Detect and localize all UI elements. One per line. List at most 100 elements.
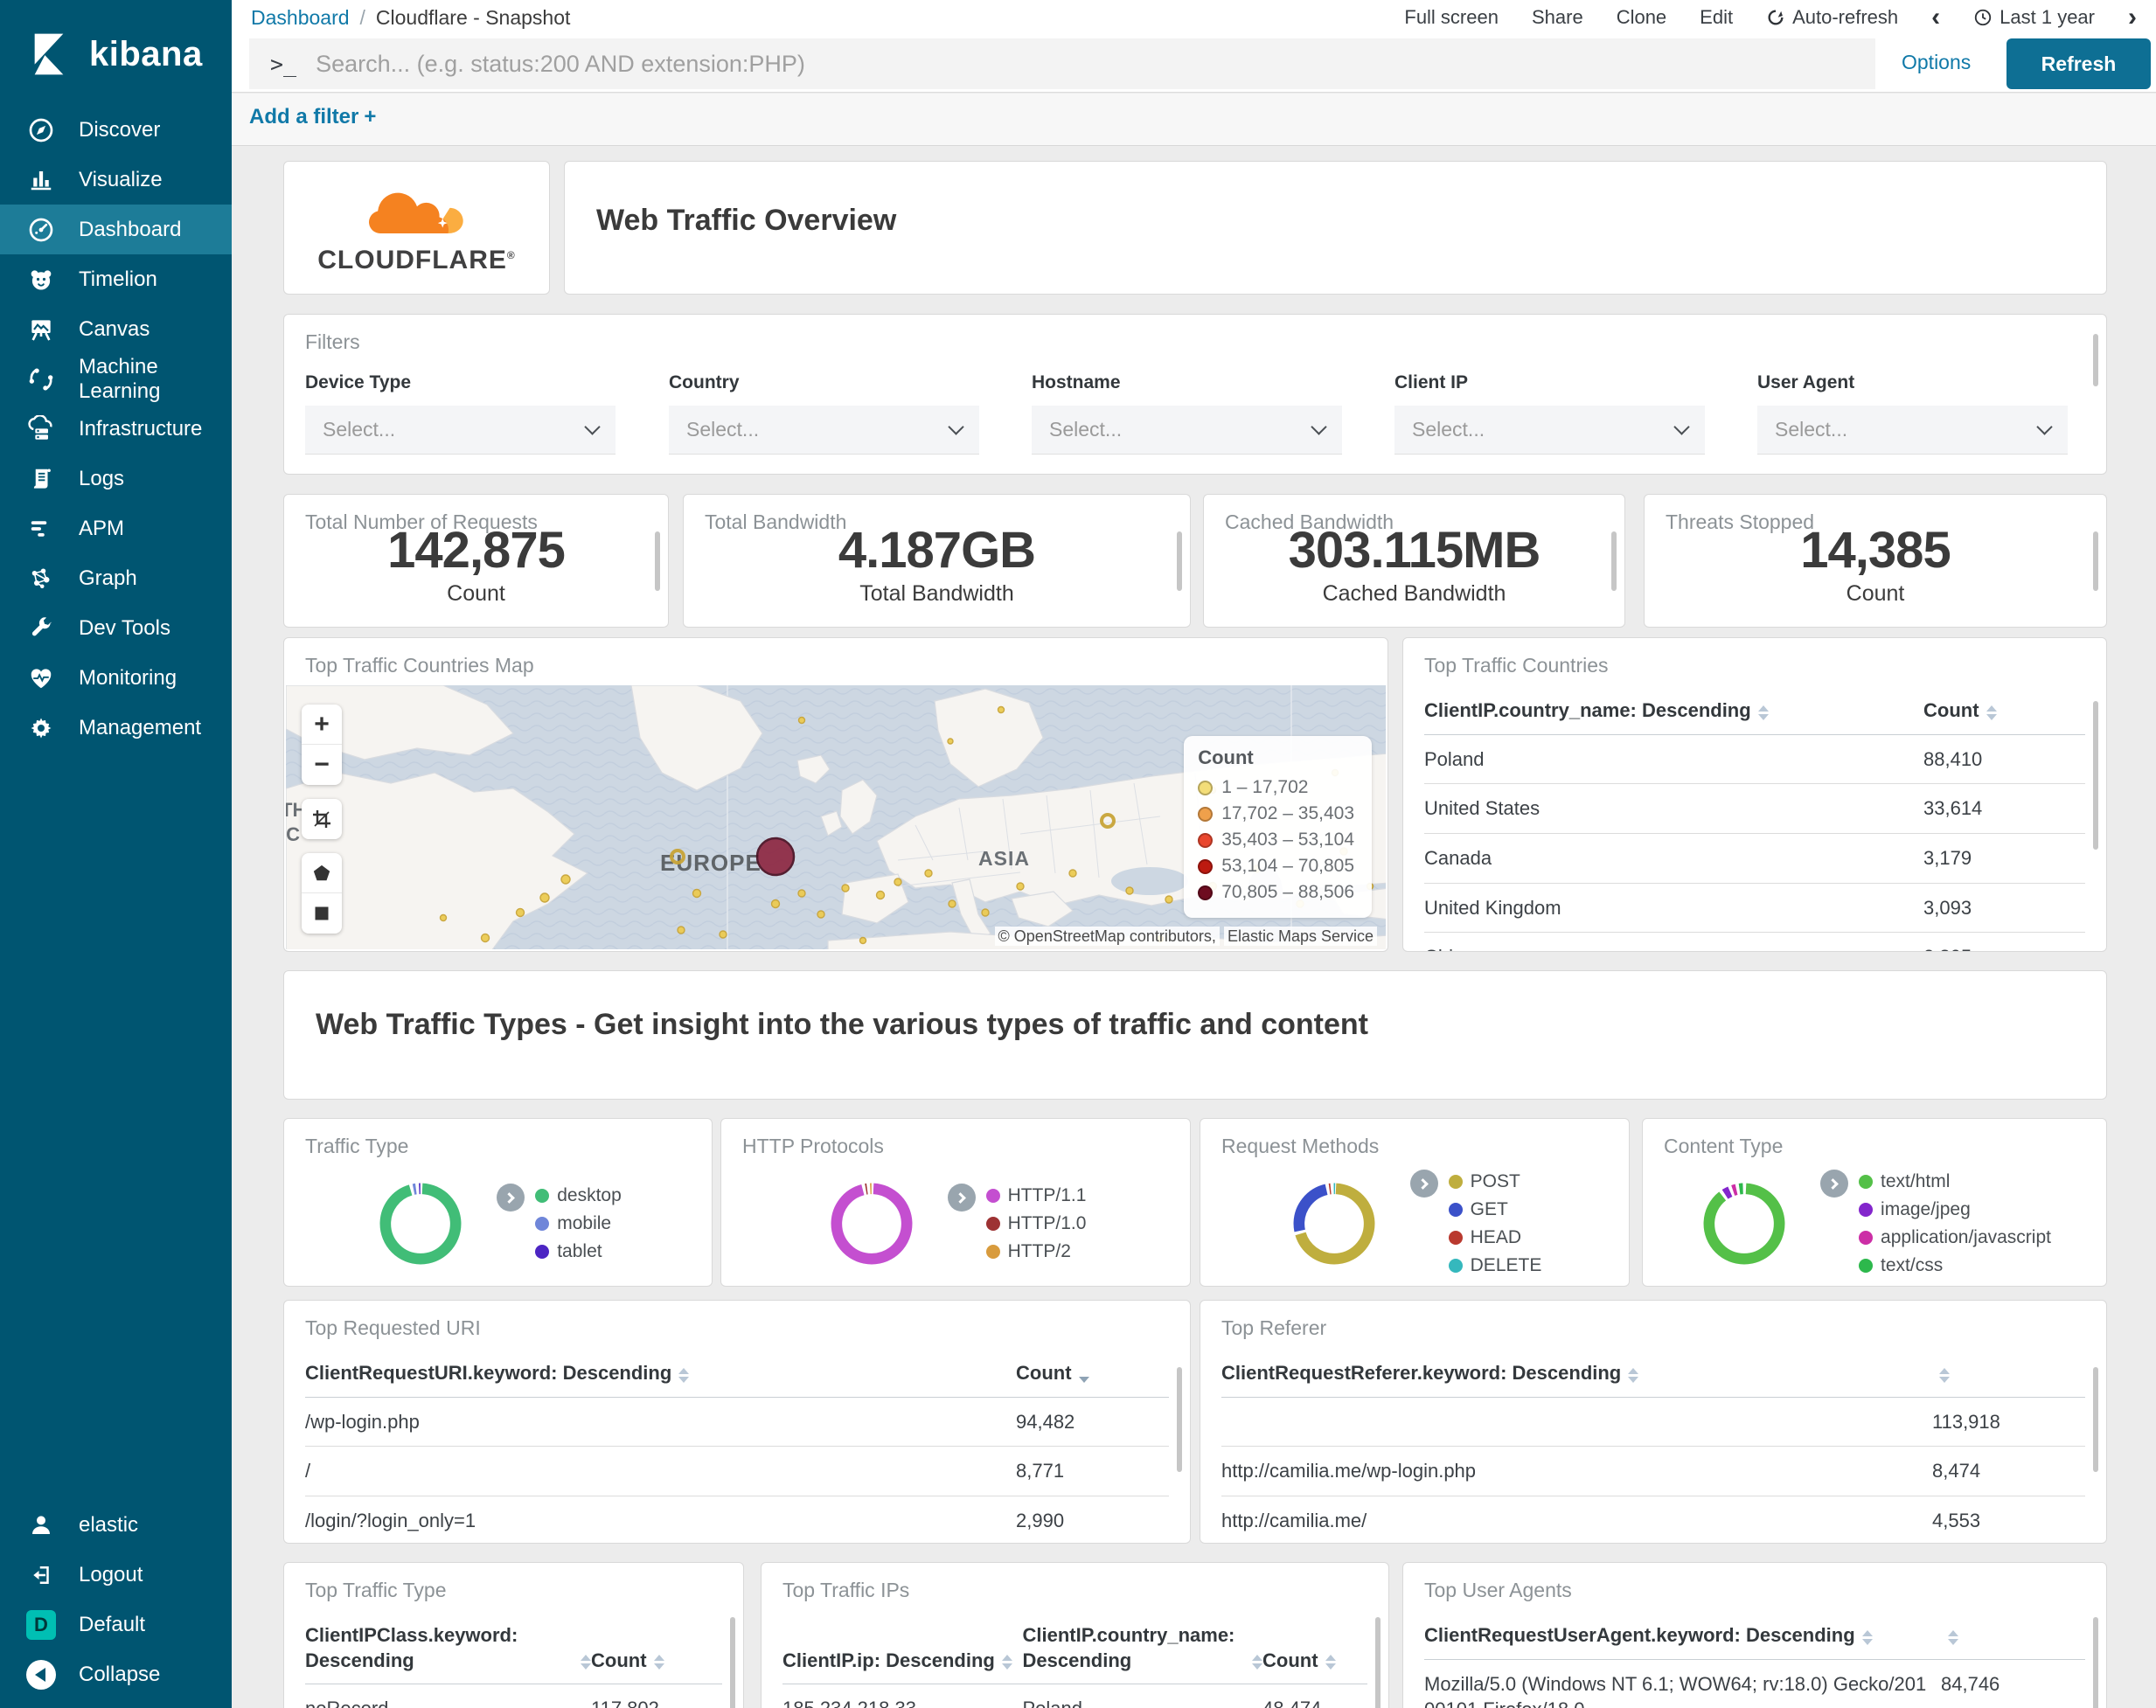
scrollbar[interactable] xyxy=(1177,531,1182,591)
scrollbar[interactable] xyxy=(1177,1367,1182,1472)
legend-item[interactable]: text/html xyxy=(1859,1168,2051,1196)
draw-rectangle-button[interactable] xyxy=(302,893,342,934)
sort-arrows-icon[interactable] xyxy=(1757,705,1769,720)
legend-item[interactable]: text/css xyxy=(1859,1252,2051,1280)
zoom-out-button[interactable]: − xyxy=(302,745,342,785)
sort-arrows-icon[interactable] xyxy=(1325,1655,1336,1670)
edit-button[interactable]: Edit xyxy=(1700,6,1733,29)
full-screen-button[interactable]: Full screen xyxy=(1404,6,1499,29)
legend-item[interactable]: DELETE xyxy=(1448,1252,1541,1280)
request-methods-donut[interactable] xyxy=(1288,1177,1381,1270)
column-header[interactable]: ClientRequestURI.keyword: Descending xyxy=(305,1361,1016,1386)
column-header[interactable] xyxy=(1941,1623,2085,1649)
sort-arrows-icon[interactable] xyxy=(581,1655,591,1670)
legend-item[interactable]: POST xyxy=(1448,1168,1542,1196)
sidebar-item-collapse[interactable]: Collapse xyxy=(0,1649,232,1699)
column-header[interactable]: Count xyxy=(591,1623,722,1673)
sidebar-item-dev-tools[interactable]: Dev Tools xyxy=(0,603,232,653)
expand-legend-button[interactable] xyxy=(1820,1170,1849,1198)
share-button[interactable]: Share xyxy=(1532,6,1583,29)
sidebar-item-canvas[interactable]: Canvas xyxy=(0,304,232,354)
legend-item[interactable]: desktop xyxy=(535,1182,622,1210)
legend-item[interactable]: HTTP/1.0 xyxy=(985,1210,1086,1238)
content-type-donut[interactable] xyxy=(1698,1177,1791,1270)
scrollbar[interactable] xyxy=(2093,1367,2098,1472)
scrollbar[interactable] xyxy=(655,531,660,591)
sidebar-item-logs[interactable]: Logs xyxy=(0,454,232,503)
country-select[interactable]: Select... xyxy=(669,406,979,455)
expand-legend-button[interactable] xyxy=(497,1184,525,1212)
column-header[interactable]: Count xyxy=(1016,1361,1169,1386)
time-back-button[interactable]: ‹ xyxy=(1931,4,1940,31)
breadcrumb-dashboard-link[interactable]: Dashboard xyxy=(251,6,350,30)
scrollbar[interactable] xyxy=(1611,531,1617,591)
sidebar-item-machine-learning[interactable]: Machine Learning xyxy=(0,354,232,404)
sort-arrows-icon[interactable] xyxy=(1001,1655,1012,1670)
search-bar[interactable]: >_ xyxy=(249,38,1875,89)
clone-button[interactable]: Clone xyxy=(1617,6,1666,29)
column-header[interactable]: ClientIP.country_name: Descending xyxy=(1424,698,1923,724)
column-header[interactable]: ClientIPClass.keyword: Descending xyxy=(305,1623,591,1673)
column-header[interactable]: Count xyxy=(1923,698,2085,724)
options-link[interactable]: Options xyxy=(1902,51,1971,74)
sort-arrows-icon[interactable] xyxy=(1939,1367,1950,1383)
draw-polygon-button[interactable] xyxy=(302,853,342,893)
legend-item[interactable]: HTTP/1.1 xyxy=(985,1182,1086,1210)
hostname-select[interactable]: Select... xyxy=(1032,406,1342,455)
scrollbar[interactable] xyxy=(2093,701,2098,850)
sort-arrows-icon[interactable] xyxy=(1252,1655,1262,1670)
expand-legend-button[interactable] xyxy=(1409,1170,1438,1198)
search-input[interactable] xyxy=(316,50,1854,78)
sidebar-item-management[interactable]: Management xyxy=(0,703,232,753)
sidebar-item-dashboard[interactable]: Dashboard xyxy=(0,205,232,254)
sort-arrows-icon[interactable] xyxy=(1078,1376,1089,1383)
sidebar-item-monitoring[interactable]: Monitoring xyxy=(0,653,232,703)
legend-item[interactable]: application/javascript xyxy=(1859,1224,2051,1252)
zoom-in-button[interactable]: + xyxy=(302,705,342,745)
column-header[interactable]: ClientRequestReferer.keyword: Descending xyxy=(1221,1361,1932,1386)
sidebar-item-logout[interactable]: Logout xyxy=(0,1550,232,1600)
sidebar-item-discover[interactable]: Discover xyxy=(0,105,232,155)
refresh-button[interactable]: Refresh xyxy=(2006,38,2151,89)
legend-item[interactable]: mobile xyxy=(535,1210,622,1238)
expand-legend-button[interactable] xyxy=(947,1184,976,1212)
column-header[interactable]: ClientIP.ip: Descending xyxy=(782,1623,1023,1673)
fit-bounds-button[interactable] xyxy=(302,799,342,839)
user-agent-select[interactable]: Select... xyxy=(1757,406,2068,455)
sidebar-item-space-default[interactable]: D Default xyxy=(0,1600,232,1649)
column-header[interactable] xyxy=(1932,1361,2085,1386)
sort-arrows-icon[interactable] xyxy=(678,1367,690,1383)
sidebar-item-visualize[interactable]: Visualize xyxy=(0,155,232,205)
sidebar-item-timelion[interactable]: Timelion xyxy=(0,254,232,304)
legend-item[interactable]: tablet xyxy=(535,1238,622,1266)
sort-arrows-icon[interactable] xyxy=(1628,1367,1639,1383)
time-range-picker[interactable]: Last 1 year xyxy=(1973,6,2095,29)
sort-arrows-icon[interactable] xyxy=(1948,1629,1958,1645)
legend-item[interactable]: GET xyxy=(1448,1196,1542,1224)
sidebar-item-graph[interactable]: Graph xyxy=(0,553,232,603)
traffic-type-donut[interactable] xyxy=(374,1177,467,1270)
column-header[interactable]: ClientIP.country_name: Descending xyxy=(1023,1623,1262,1673)
scrollbar[interactable] xyxy=(2093,531,2098,591)
world-map[interactable]: TH IC EUROPE ASIA xyxy=(286,685,1386,949)
sort-arrows-icon[interactable] xyxy=(1986,705,1997,720)
time-forward-button[interactable]: › xyxy=(2128,4,2137,31)
http-protocols-donut[interactable] xyxy=(825,1177,918,1270)
device-type-select[interactable]: Select... xyxy=(305,406,616,455)
auto-refresh-button[interactable]: Auto-refresh xyxy=(1766,6,1898,29)
map-bubble-poland[interactable] xyxy=(755,837,796,877)
legend-item[interactable]: image/jpeg xyxy=(1859,1196,2051,1224)
scrollbar[interactable] xyxy=(1375,1617,1381,1708)
column-header[interactable]: Count xyxy=(1262,1623,1367,1673)
legend-item[interactable]: HTTP/2 xyxy=(985,1238,1087,1266)
scrollbar[interactable] xyxy=(730,1617,735,1708)
kibana-logo[interactable]: kibana xyxy=(0,0,232,105)
scrollbar[interactable] xyxy=(2093,334,2098,386)
sidebar-item-user[interactable]: elastic xyxy=(0,1500,232,1550)
legend-item[interactable]: HEAD xyxy=(1448,1224,1542,1252)
client-ip-select[interactable]: Select... xyxy=(1394,406,1705,455)
sort-arrows-icon[interactable] xyxy=(1861,1629,1873,1645)
scrollbar[interactable] xyxy=(2093,1617,2098,1708)
sidebar-item-apm[interactable]: APM xyxy=(0,503,232,553)
sidebar-item-infrastructure[interactable]: Infrastructure xyxy=(0,404,232,454)
